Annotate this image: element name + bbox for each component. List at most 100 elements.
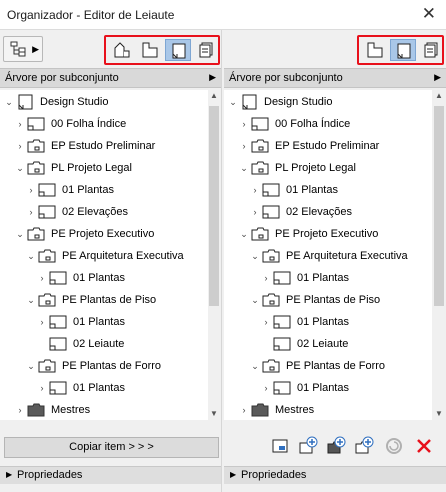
chevron-right-icon[interactable]: ›	[239, 119, 249, 129]
right-subset-selector[interactable]: Árvore por subconjunto ▶	[224, 68, 446, 88]
scroll-up-icon[interactable]: ▲	[433, 90, 445, 102]
tree-row[interactable]: › 01 Plantas	[37, 377, 125, 399]
tree-row[interactable]: ⌄ PE Plantas de Forro	[26, 355, 161, 377]
scrollbar-thumb[interactable]	[434, 106, 444, 306]
layout-icon	[49, 270, 73, 286]
publisher-sets-button[interactable]	[418, 39, 444, 61]
tree-row[interactable]: › 01 Plantas	[261, 311, 349, 333]
project-map-button[interactable]	[109, 39, 135, 61]
tree-row[interactable]: ⌄ PL Projeto Legal	[15, 157, 132, 179]
chevron-down-icon[interactable]: ⌄	[239, 163, 249, 174]
expand-triangle-icon: ▶	[6, 470, 13, 479]
tree-row[interactable]: › EP Estudo Preliminar	[239, 135, 379, 157]
view-map-button[interactable]	[362, 39, 388, 61]
delete-button[interactable]	[412, 434, 436, 458]
tree-row[interactable]: 02 Leiaute	[261, 333, 348, 355]
scroll-down-icon[interactable]: ▼	[433, 408, 445, 420]
tree-row[interactable]: ⌄ PE Plantas de Forro	[250, 355, 385, 377]
tree-row[interactable]: › 01 Plantas	[37, 267, 125, 289]
tree-row[interactable]: ⌄ PE Arquitetura Executiva	[250, 245, 408, 267]
tree-row[interactable]: ⌄ Design Studio	[228, 91, 333, 113]
scrollbar-thumb[interactable]	[209, 106, 219, 306]
right-scrollbar[interactable]: ▲ ▼	[433, 90, 445, 420]
publisher-sets-button[interactable]	[193, 39, 219, 61]
tree-row[interactable]: ⌄ Design Studio	[4, 91, 109, 113]
tree-row[interactable]: › Mestres	[15, 399, 90, 420]
chevron-right-icon[interactable]: ›	[261, 383, 271, 393]
chevron-down-icon[interactable]: ⌄	[250, 361, 260, 372]
chevron-down-icon[interactable]: ⌄	[239, 229, 249, 240]
chevron-right-icon[interactable]: ›	[261, 317, 271, 327]
tree-row[interactable]: › 01 Plantas	[261, 377, 349, 399]
tree-row[interactable]: › 01 Plantas	[26, 179, 114, 201]
chevron-right-icon[interactable]: ›	[15, 119, 25, 129]
tree-row[interactable]: › 01 Plantas	[37, 311, 125, 333]
tree-row[interactable]: › 02 Elevações	[250, 201, 352, 223]
chevron-down-icon[interactable]: ⌄	[26, 295, 36, 306]
view-map-icon	[367, 42, 383, 58]
new-layout-button[interactable]	[296, 434, 320, 458]
organizer-menu-button[interactable]: ▶	[3, 36, 43, 62]
chevron-down-icon[interactable]: ⌄	[15, 229, 25, 240]
master-folder-icon	[27, 402, 51, 418]
layout-book-button[interactable]	[165, 39, 191, 61]
tree-row[interactable]: › 02 Elevações	[26, 201, 128, 223]
tree-row[interactable]: 02 Leiaute	[37, 333, 124, 355]
scroll-up-icon[interactable]: ▲	[208, 90, 220, 102]
layout-book-button[interactable]	[390, 39, 416, 61]
chevron-right-icon[interactable]: ›	[37, 317, 47, 327]
tree-item-label: PE Plantas de Piso	[62, 294, 157, 306]
chevron-down-icon[interactable]: ⌄	[228, 97, 238, 108]
layout-icon	[38, 204, 62, 220]
dropdown-arrow-icon: ▶	[32, 44, 39, 54]
chevron-right-icon[interactable]: ›	[250, 185, 260, 195]
chevron-down-icon[interactable]: ⌄	[250, 295, 260, 306]
chevron-right-icon[interactable]: ›	[261, 273, 271, 283]
tree-row[interactable]: ⌄ PE Plantas de Piso	[250, 289, 380, 311]
left-subset-selector[interactable]: Árvore por subconjunto ▶	[0, 68, 221, 88]
tree-row[interactable]: ⌄ PL Projeto Legal	[239, 157, 356, 179]
subset-folder-icon	[251, 226, 275, 242]
window-title: Organizador - Editor de Leiaute	[7, 8, 175, 22]
tree-row[interactable]: ⌄ PE Arquitetura Executiva	[26, 245, 184, 267]
subset-folder-icon	[38, 358, 62, 374]
chevron-right-icon[interactable]: ›	[26, 207, 36, 217]
scroll-down-icon[interactable]: ▼	[208, 408, 220, 420]
update-button[interactable]	[382, 434, 406, 458]
chevron-right-icon[interactable]: ›	[250, 207, 260, 217]
chevron-right-icon[interactable]: ›	[239, 141, 249, 151]
subset-folder-icon	[251, 138, 275, 154]
chevron-right-icon[interactable]: ›	[37, 273, 47, 283]
tree-row[interactable]: › 01 Plantas	[261, 267, 349, 289]
right-properties-panel[interactable]: ▶ Propriedades	[224, 466, 446, 484]
chevron-right-icon[interactable]: ›	[239, 405, 249, 415]
tree-row[interactable]: ⌄ PE Projeto Executivo	[239, 223, 378, 245]
chevron-right-icon[interactable]: ›	[15, 141, 25, 151]
tree-row[interactable]: › 00 Folha Índice	[239, 113, 350, 135]
subset-folder-icon	[27, 226, 51, 242]
tree-row[interactable]: ⌄ PE Projeto Executivo	[15, 223, 154, 245]
left-properties-panel[interactable]: ▶ Propriedades	[0, 466, 221, 484]
chevron-down-icon[interactable]: ⌄	[26, 361, 36, 372]
chevron-down-icon[interactable]: ⌄	[250, 251, 260, 262]
tree-row[interactable]: › EP Estudo Preliminar	[15, 135, 155, 157]
new-subset-button[interactable]	[352, 434, 376, 458]
chevron-right-icon[interactable]: ›	[15, 405, 25, 415]
tree-row[interactable]: › Mestres	[239, 399, 314, 420]
chevron-right-icon[interactable]: ›	[37, 383, 47, 393]
view-map-button[interactable]	[137, 39, 163, 61]
left-scrollbar[interactable]: ▲ ▼	[208, 90, 220, 420]
chevron-down-icon[interactable]: ⌄	[4, 97, 14, 108]
copy-item-button[interactable]: Copiar item > > >	[4, 437, 219, 458]
layout-settings-button[interactable]	[268, 434, 292, 458]
chevron-down-icon[interactable]: ⌄	[15, 163, 25, 174]
chevron-down-icon[interactable]: ⌄	[26, 251, 36, 262]
tree-item-label: 01 Plantas	[297, 316, 349, 328]
chevron-right-icon[interactable]: ›	[26, 185, 36, 195]
tree-row[interactable]: › 00 Folha Índice	[15, 113, 126, 135]
new-master-button[interactable]	[324, 434, 348, 458]
tree-row[interactable]: › 01 Plantas	[250, 179, 338, 201]
left-toolbar: ▶	[0, 30, 221, 68]
close-icon[interactable]: ✕	[422, 5, 436, 23]
tree-row[interactable]: ⌄ PE Plantas de Piso	[26, 289, 156, 311]
